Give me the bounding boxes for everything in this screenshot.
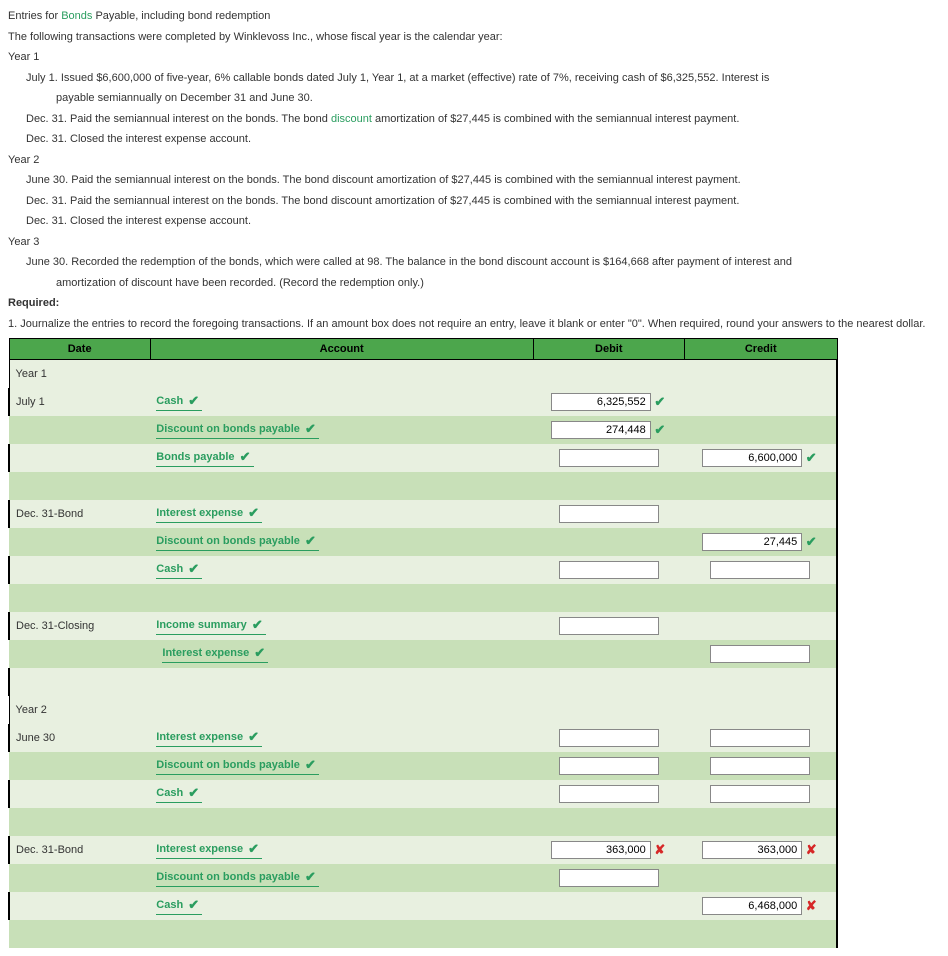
table-row: Cash ✔ ✘	[9, 892, 837, 920]
debit-input[interactable]	[559, 505, 659, 523]
check-icon: ✔	[653, 422, 667, 438]
th-debit: Debit	[533, 339, 684, 360]
year3-label: Year 3	[8, 234, 940, 251]
account-link-cash[interactable]: Cash ✔	[156, 785, 202, 803]
table-row: Discount on bonds payable ✔ ✔	[9, 528, 837, 556]
account-link-interest-expense[interactable]: Interest expense ✔	[162, 645, 268, 663]
check-icon: ✔	[305, 421, 319, 437]
check-icon: ✔	[188, 785, 202, 801]
table-row: Discount on bonds payable ✔	[9, 752, 837, 780]
date-cell: Dec. 31-Bond	[9, 836, 150, 864]
table-row: Bonds payable ✔ ✔	[9, 444, 837, 472]
th-credit: Credit	[684, 339, 837, 360]
debit-input[interactable]	[559, 449, 659, 467]
requirement-1: 1. Journalize the entries to record the …	[8, 316, 940, 333]
cross-icon: ✘	[804, 842, 818, 858]
credit-input[interactable]	[702, 533, 802, 551]
check-icon: ✔	[653, 394, 667, 410]
th-date: Date	[9, 339, 150, 360]
account-link-interest-expense[interactable]: Interest expense ✔	[156, 729, 262, 747]
cross-icon: ✘	[653, 842, 667, 858]
y1-dec31-b: Dec. 31. Closed the interest expense acc…	[26, 131, 940, 148]
table-row: Discount on bonds payable ✔	[9, 864, 837, 892]
year1-label: Year 1	[8, 49, 940, 66]
debit-input[interactable]	[559, 757, 659, 775]
date-cell: Dec. 31-Closing	[9, 612, 150, 640]
account-link-interest-expense[interactable]: Interest expense ✔	[156, 505, 262, 523]
required-label: Required:	[8, 295, 940, 312]
account-link-cash[interactable]: Cash ✔	[156, 897, 202, 915]
table-row: Interest expense ✔	[9, 640, 837, 668]
account-link-discount[interactable]: Discount on bonds payable ✔	[156, 869, 319, 887]
date-cell: July 1	[9, 388, 150, 416]
y1-dec31-a: Dec. 31. Paid the semiannual interest on…	[26, 111, 940, 128]
account-link-discount[interactable]: Discount on bonds payable ✔	[156, 533, 319, 551]
account-link-cash[interactable]: Cash ✔	[156, 561, 202, 579]
y3-jun30-b: amortization of discount have been recor…	[56, 275, 940, 292]
check-icon: ✔	[240, 449, 254, 465]
section-year2: Year 2	[9, 696, 150, 724]
table-row: Cash ✔	[9, 780, 837, 808]
th-account: Account	[150, 339, 533, 360]
debit-input[interactable]	[551, 393, 651, 411]
account-link-income-summary[interactable]: Income summary ✔	[156, 617, 266, 635]
check-icon: ✔	[188, 561, 202, 577]
credit-input[interactable]	[702, 897, 802, 915]
check-icon: ✔	[248, 841, 262, 857]
cross-icon: ✘	[804, 898, 818, 914]
credit-input[interactable]	[702, 841, 802, 859]
table-row: June 30 Interest expense ✔	[9, 724, 837, 752]
y2-jun30: June 30. Paid the semiannual interest on…	[26, 172, 940, 189]
debit-input[interactable]	[551, 841, 651, 859]
date-cell: June 30	[9, 724, 150, 752]
check-icon: ✔	[305, 869, 319, 885]
y2-dec31-a: Dec. 31. Paid the semiannual interest on…	[26, 193, 940, 210]
table-row: Dec. 31-Closing Income summary ✔	[9, 612, 837, 640]
check-icon: ✔	[188, 393, 202, 409]
debit-input[interactable]	[559, 785, 659, 803]
account-link-discount[interactable]: Discount on bonds payable ✔	[156, 757, 319, 775]
debit-input[interactable]	[559, 729, 659, 747]
y1-jul1-b: payable semiannually on December 31 and …	[56, 90, 940, 107]
credit-input[interactable]	[710, 785, 810, 803]
y1-jul1-a: July 1. Issued $6,600,000 of five-year, …	[26, 70, 940, 87]
table-row: Dec. 31-Bond Interest expense ✔	[9, 500, 837, 528]
journal-table: Date Account Debit Credit Year 1 July 1 …	[8, 338, 838, 948]
account-link-cash[interactable]: Cash ✔	[156, 393, 202, 411]
check-icon: ✔	[305, 757, 319, 773]
debit-input[interactable]	[551, 421, 651, 439]
check-icon: ✔	[804, 450, 818, 466]
debit-input[interactable]	[559, 561, 659, 579]
check-icon: ✔	[188, 897, 202, 913]
check-icon: ✔	[254, 645, 268, 661]
check-icon: ✔	[305, 533, 319, 549]
credit-input[interactable]	[710, 561, 810, 579]
credit-input[interactable]	[710, 645, 810, 663]
y2-dec31-b: Dec. 31. Closed the interest expense acc…	[26, 213, 940, 230]
debit-input[interactable]	[559, 617, 659, 635]
credit-input[interactable]	[710, 729, 810, 747]
table-row: Discount on bonds payable ✔ ✔	[9, 416, 837, 444]
account-link-interest-expense[interactable]: Interest expense ✔	[156, 841, 262, 859]
y3-jun30-a: June 30. Recorded the redemption of the …	[26, 254, 940, 271]
account-link-discount[interactable]: Discount on bonds payable ✔	[156, 421, 319, 439]
table-row: Dec. 31-Bond Interest expense ✔ ✘ ✘	[9, 836, 837, 864]
account-link-bondspayable[interactable]: Bonds payable ✔	[156, 449, 253, 467]
title: Entries for Bonds Payable, including bon…	[8, 8, 940, 25]
table-row: July 1 Cash ✔ ✔	[9, 388, 837, 416]
date-cell: Dec. 31-Bond	[9, 500, 150, 528]
credit-input[interactable]	[710, 757, 810, 775]
check-icon: ✔	[248, 729, 262, 745]
intro-line: The following transactions were complete…	[8, 29, 940, 46]
check-icon: ✔	[252, 617, 266, 633]
check-icon: ✔	[248, 505, 262, 521]
debit-input[interactable]	[559, 869, 659, 887]
section-year1: Year 1	[9, 360, 150, 389]
check-icon: ✔	[804, 534, 818, 550]
table-row: Cash ✔	[9, 556, 837, 584]
year2-label: Year 2	[8, 152, 940, 169]
credit-input[interactable]	[702, 449, 802, 467]
